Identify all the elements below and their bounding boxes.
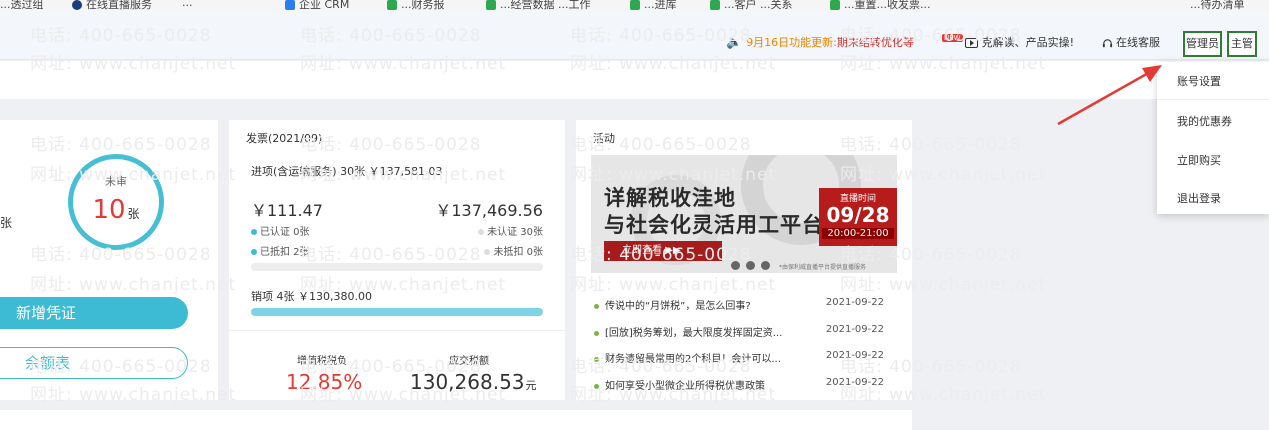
dot-icon: [478, 229, 485, 235]
activity-card: 活动 详解税收洼地 与社会化灵活用工平台 立即查看 ▶▶ 直播时间 09/28 …: [576, 120, 912, 400]
bookmark-icon: [630, 0, 640, 10]
input-progress-bar: [251, 263, 543, 271]
carousel-dot[interactable]: [746, 261, 755, 270]
menu-item-account-settings[interactable]: 账号设置: [1177, 73, 1221, 89]
promo-link[interactable]: NEW 克解读、产品实操!: [942, 34, 1074, 50]
headset-icon: [1102, 38, 1113, 47]
dot-icon: [251, 249, 257, 255]
bookmark-item[interactable]: ...客户 ...关系: [710, 0, 792, 10]
carousel-dot[interactable]: [761, 261, 770, 270]
bullet-icon: [594, 330, 599, 336]
bookmark-item[interactable]: 在线直播服务: [72, 0, 152, 10]
menu-item-buy-now[interactable]: 立即购买: [1177, 152, 1221, 168]
live-time: 20:00-21:00: [822, 228, 894, 239]
bookmark-icon: [285, 0, 295, 10]
bookmark-item-todo[interactable]: ...待办清单: [1190, 0, 1245, 10]
input-tax-amount: ￥111.47: [251, 201, 323, 220]
banner-subheadline: 与社会化灵活用工平台: [604, 213, 824, 237]
banner-note: *由保利威直播平台提供直播服务: [779, 264, 867, 271]
bookmark-item[interactable]: ...: [182, 0, 193, 9]
news-item[interactable]: 财务遗留最常用的2个科目！会计可以... 2021-09-22: [594, 350, 894, 365]
stat-certified: 已认证 0张: [251, 223, 310, 238]
card-divider: [229, 330, 565, 331]
activity-banner[interactable]: 详解税收洼地 与社会化灵活用工平台 立即查看 ▶▶ 直播时间 09/28 20:…: [591, 155, 897, 273]
invoice-card-title: 发票(2021/09): [246, 132, 323, 145]
dot-icon: [484, 249, 491, 255]
update-notice[interactable]: 🔈 9月16日功能更新:期末结转优化等: [726, 34, 914, 50]
bullet-icon: [594, 303, 599, 309]
input-invoice-summary[interactable]: 进项(含运输服务) 30张 ￥137,581.03: [251, 163, 443, 179]
invoice-card: 发票(2021/09) 进项(含运输服务) 30张 ￥137,581.03 ￥1…: [229, 120, 565, 400]
live-time-box: 直播时间 09/28 20:00-21:00: [819, 188, 897, 246]
bookmark-icon: [72, 0, 82, 10]
vat-burden-value: 12.85%: [286, 370, 363, 394]
bookmark-icon: [710, 0, 720, 10]
unreviewed-label: 未审: [105, 175, 127, 188]
bookmark-item[interactable]: 企业 CRM: [285, 0, 349, 10]
stat-uncertified: 未认证 30张: [478, 223, 543, 238]
bookmark-item[interactable]: ...经营数据 ...工作: [486, 0, 590, 10]
bookmark-item[interactable]: ...财务报: [387, 0, 445, 10]
voucher-count-unit: 张: [0, 216, 13, 230]
activity-card-title: 活动: [593, 132, 615, 145]
new-voucher-button[interactable]: 新增凭证: [0, 297, 188, 329]
stat-undeducted: 未抵扣 0张: [484, 243, 543, 258]
banner-headline: 详解税收洼地: [604, 186, 736, 210]
voucher-card: 张 未审 10 张 新增凭证 余额表: [0, 120, 218, 400]
news-item[interactable]: 传说中的“月饼税”，是怎么回事? 2021-09-22: [594, 297, 894, 312]
new-badge: NEW: [942, 34, 963, 42]
unreviewed-circle[interactable]: 未审 10 张: [68, 154, 164, 250]
balance-sheet-button[interactable]: 余额表: [0, 347, 188, 379]
carousel-dot[interactable]: [731, 261, 740, 270]
banner-view-button[interactable]: 立即查看 ▶▶: [604, 241, 722, 261]
menu-item-my-coupons[interactable]: 我的优惠券: [1177, 113, 1232, 129]
vat-burden-label: 增值税税负: [297, 356, 347, 367]
output-progress-bar: [251, 308, 543, 316]
output-invoice-summary[interactable]: 销项 4张 ￥130,380.00: [251, 288, 372, 304]
video-icon: [964, 38, 978, 48]
stat-deducted: 已抵扣 2张: [251, 243, 310, 258]
online-service-link[interactable]: 在线客服: [1102, 34, 1160, 50]
news-item[interactable]: [回放]税务筹划，最大限度发挥固定资... 2021-09-22: [594, 324, 894, 339]
input-net-amount: ￥137,469.56: [435, 201, 543, 220]
bookmark-item[interactable]: ...进库: [630, 0, 677, 10]
bookmark-icon: [830, 0, 840, 10]
menu-divider: [1157, 99, 1269, 100]
bottom-card: [0, 410, 912, 430]
tax-due-label: 应交税额: [449, 356, 489, 367]
live-date: 09/28: [826, 203, 890, 227]
top-header: 🔈 9月16日功能更新:期末结转优化等 NEW 克解读、产品实操! 在线客服 管理员…: [0, 10, 1269, 60]
bookmark-item[interactable]: ...重置...收发票...: [830, 0, 930, 10]
bullet-icon: [594, 383, 599, 389]
admin-role-button[interactable]: 管理员: [1183, 31, 1222, 57]
account-dropdown: 账号设置 我的优惠券 立即购买 退出登录: [1157, 62, 1269, 214]
tax-due-value: 130,268.53元: [410, 370, 537, 394]
bookmark-icon: [486, 0, 496, 10]
bullet-icon: [594, 356, 599, 362]
speaker-icon: 🔈: [726, 35, 743, 50]
dot-icon: [251, 229, 257, 235]
supervisor-role-button[interactable]: 主管: [1227, 31, 1257, 57]
news-item[interactable]: 如何享受小型微企业所得税优惠政策 2021-09-22: [594, 377, 894, 392]
pointer-arrow-icon: [1057, 65, 1162, 126]
menu-item-logout[interactable]: 退出登录: [1177, 190, 1221, 206]
bookmark-item[interactable]: ...透过组: [0, 0, 44, 10]
bookmarks-bar: ...透过组 在线直播服务 ... 企业 CRM ...财务报 ...经营数据 …: [0, 0, 1269, 10]
unreviewed-count: 10 张: [92, 195, 140, 225]
bookmark-icon: [387, 0, 397, 10]
